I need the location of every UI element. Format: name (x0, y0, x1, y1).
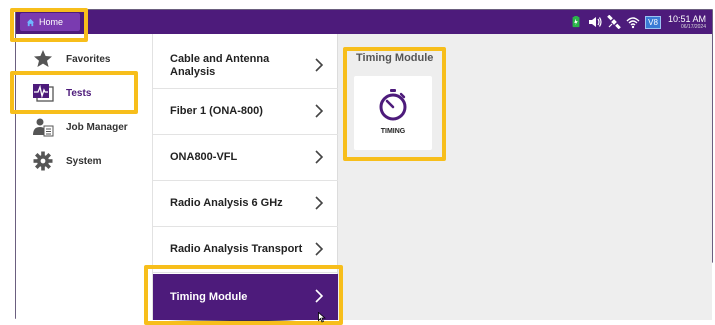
chevron-right-icon (315, 242, 324, 256)
list-item-label: Fiber 1 (ONA-800) (170, 105, 263, 117)
content-title: Timing Module (356, 52, 434, 64)
list-item-radio-transport[interactable]: Radio Analysis Transport (153, 227, 338, 273)
nav-label-job-manager: Job Manager (66, 121, 128, 133)
list-item-label: ONA800-VFL (170, 151, 238, 163)
chevron-right-icon (315, 150, 324, 164)
tile-label: TIMING (380, 128, 406, 135)
home-button[interactable]: Home (20, 13, 80, 31)
list-item-fiber-1[interactable]: Fiber 1 (ONA-800) (153, 89, 338, 135)
clock-date: 06/17/2024 (680, 23, 706, 30)
list-item-cable-antenna[interactable]: Cable and Antenna Analysis (153, 43, 338, 89)
list-item-radio-6ghz[interactable]: Radio Analysis 6 GHz (153, 181, 338, 227)
device-screen: Home V8 10:51 AM 06/17/2024 Favorites Te… (16, 10, 712, 320)
list-item-ona800-vfl[interactable]: ONA800-VFL (153, 135, 338, 181)
clock: 10:51 AM 06/17/2024 (667, 13, 706, 30)
home-icon (26, 18, 35, 26)
version-badge: V8 (645, 15, 661, 29)
list-item-label: Radio Analysis Transport (170, 243, 303, 255)
mouse-cursor-icon (318, 312, 326, 323)
status-bar: Home V8 10:51 AM 06/17/2024 (16, 10, 712, 34)
chevron-right-icon (315, 289, 324, 303)
wifi-icon (626, 15, 640, 29)
clock-time: 10:51 AM (667, 13, 706, 24)
nav-item-system[interactable]: System (16, 144, 152, 178)
speaker-icon[interactable] (588, 15, 602, 29)
chevron-right-icon (315, 196, 324, 210)
list-item-timing-module[interactable]: Timing Module (153, 274, 338, 320)
home-label: Home (39, 17, 64, 27)
chevron-right-icon (315, 104, 324, 118)
nav-label-favorites: Favorites (66, 53, 111, 65)
satellite-icon (607, 15, 622, 29)
tests-icon (32, 82, 54, 104)
list-item-label: Radio Analysis 6 GHz (170, 197, 283, 209)
nav-label-system: System (66, 155, 102, 167)
content-panel: Timing Module TIMING (338, 34, 712, 320)
list-item-label: Cable and Antenna Analysis (170, 52, 270, 78)
nav-label-tests: Tests (66, 87, 92, 99)
timing-tile[interactable]: TIMING (354, 76, 432, 150)
nav-item-favorites[interactable]: Favorites (16, 42, 152, 76)
star-icon (32, 48, 54, 70)
nav-item-tests[interactable]: Tests (16, 76, 152, 110)
tests-list: Cable and Antenna Analysis Fiber 1 (ONA-… (152, 34, 338, 320)
left-nav: Favorites Tests Job Manager System (16, 34, 152, 320)
list-item-label: Timing Module (170, 290, 248, 303)
status-icons: V8 10:51 AM 06/17/2024 (569, 10, 706, 34)
gear-icon (32, 150, 54, 172)
battery-icon (569, 15, 583, 29)
job-manager-icon (32, 116, 54, 138)
stopwatch-icon (379, 89, 407, 121)
chevron-right-icon (315, 58, 324, 72)
nav-item-job-manager[interactable]: Job Manager (16, 110, 152, 144)
